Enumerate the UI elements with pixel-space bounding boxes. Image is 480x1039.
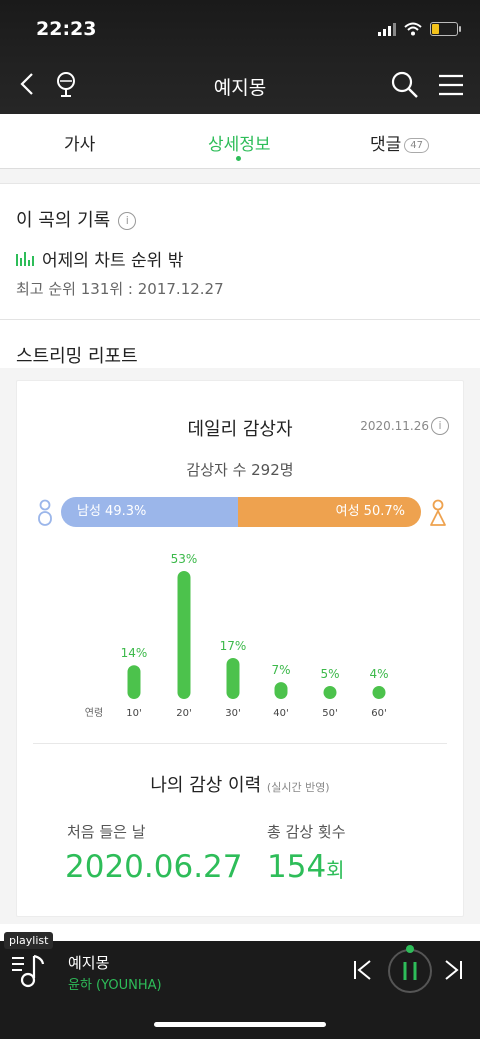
wifi-icon: [404, 22, 422, 36]
age-axis-label: 연령: [85, 707, 103, 719]
first-listen-date: 2020.06.27: [65, 849, 243, 885]
age-bar: [127, 665, 141, 699]
tab-comments-label: 댓글: [370, 135, 402, 155]
best-rank: 최고 순위 131위 : 2017.12.27: [16, 280, 224, 298]
previous-icon[interactable]: [350, 956, 374, 984]
age-bar: [372, 686, 386, 699]
status-icons: [378, 20, 461, 38]
tab-detail[interactable]: 상세정보: [208, 130, 271, 161]
age-bar: [274, 682, 288, 699]
report-card: 데일리 감상자 2020.11.26 i 감상자 수 292명 남성 49.3%…: [16, 380, 464, 917]
age-bar-value-label: 7%: [271, 663, 290, 677]
age-bar-chart: 연령 14% 10' 53% 20' 17% 30' 7% 40' 5% 50' 4% 60': [85, 552, 389, 719]
record-title-text: 이 곡의 기록: [16, 210, 111, 231]
first-listen-label: 처음 들은 날: [67, 823, 146, 841]
tab-lyrics[interactable]: 가사: [64, 130, 95, 155]
total-plays-label: 총 감상 횟수: [267, 823, 346, 841]
age-category-label: 50': [322, 708, 337, 719]
chart-bars-icon: [16, 251, 34, 266]
pause-button[interactable]: [386, 944, 434, 996]
female-segment: 여성 50.7%: [238, 497, 421, 527]
signal-icon: [378, 22, 396, 36]
now-playing-artist[interactable]: 윤하 (YOUNHA): [68, 974, 162, 993]
total-plays-unit: 회: [326, 858, 345, 882]
my-history-title-text: 나의 감상 이력: [150, 775, 262, 796]
daily-info-icon[interactable]: i: [431, 417, 449, 435]
total-plays-count: 154: [267, 849, 327, 885]
playlist-badge[interactable]: playlist: [4, 932, 54, 949]
age-bar-value-label: 4%: [369, 667, 388, 681]
now-playing-title[interactable]: 예지몽: [68, 952, 109, 973]
section-gap: [0, 169, 480, 184]
male-icon: [38, 499, 52, 526]
listener-count: 감상자 수 292명: [186, 461, 294, 479]
chart-status: 어제의 차트 순위 밖: [16, 246, 183, 271]
gender-ratio-bar: 남성 49.3% 여성 50.7%: [61, 497, 421, 527]
male-segment: 남성 49.3%: [61, 497, 239, 527]
next-icon[interactable]: [442, 956, 466, 984]
age-bar-value-label: 5%: [320, 667, 339, 681]
menu-icon[interactable]: [436, 70, 466, 100]
report-date: 2020.11.26: [360, 419, 429, 433]
age-category-label: 10': [126, 708, 141, 719]
my-history-title: 나의 감상 이력 (실시간 반영): [17, 771, 463, 797]
tab-comments[interactable]: 댓글 47: [370, 130, 430, 155]
search-icon[interactable]: [390, 70, 420, 100]
age-category-label: 30': [225, 708, 240, 719]
age-bar-value-label: 17%: [220, 639, 247, 653]
age-bar-value-label: 14%: [121, 646, 148, 660]
age-bar-value-label: 53%: [171, 552, 198, 566]
card-divider: [33, 743, 447, 744]
age-category-label: 60': [371, 708, 386, 719]
realtime-note: (실시간 반영): [266, 781, 330, 794]
female-icon: [430, 499, 446, 526]
record-section-title: 이 곡의 기록 i: [16, 206, 137, 232]
age-category-label: 20': [176, 708, 191, 719]
chart-status-text: 어제의 차트 순위 밖: [42, 251, 184, 271]
age-category-label: 40': [273, 708, 288, 719]
status-time: 22:23: [36, 18, 97, 40]
age-bar: [177, 571, 191, 699]
comments-count-badge: 47: [404, 138, 430, 153]
divider: [0, 319, 480, 320]
header: 22:23 예지몽: [0, 0, 480, 114]
battery-icon: [430, 22, 461, 36]
age-bar: [323, 686, 337, 699]
streaming-report-title: 스트리밍 리포트: [16, 346, 138, 367]
age-bar: [226, 657, 240, 699]
playlist-icon[interactable]: [10, 952, 50, 992]
total-plays-value: 154회: [267, 849, 345, 885]
tab-bar: 가사 상세정보 댓글 47: [0, 114, 480, 169]
info-icon[interactable]: i: [118, 212, 137, 230]
home-indicator: [154, 1022, 326, 1027]
